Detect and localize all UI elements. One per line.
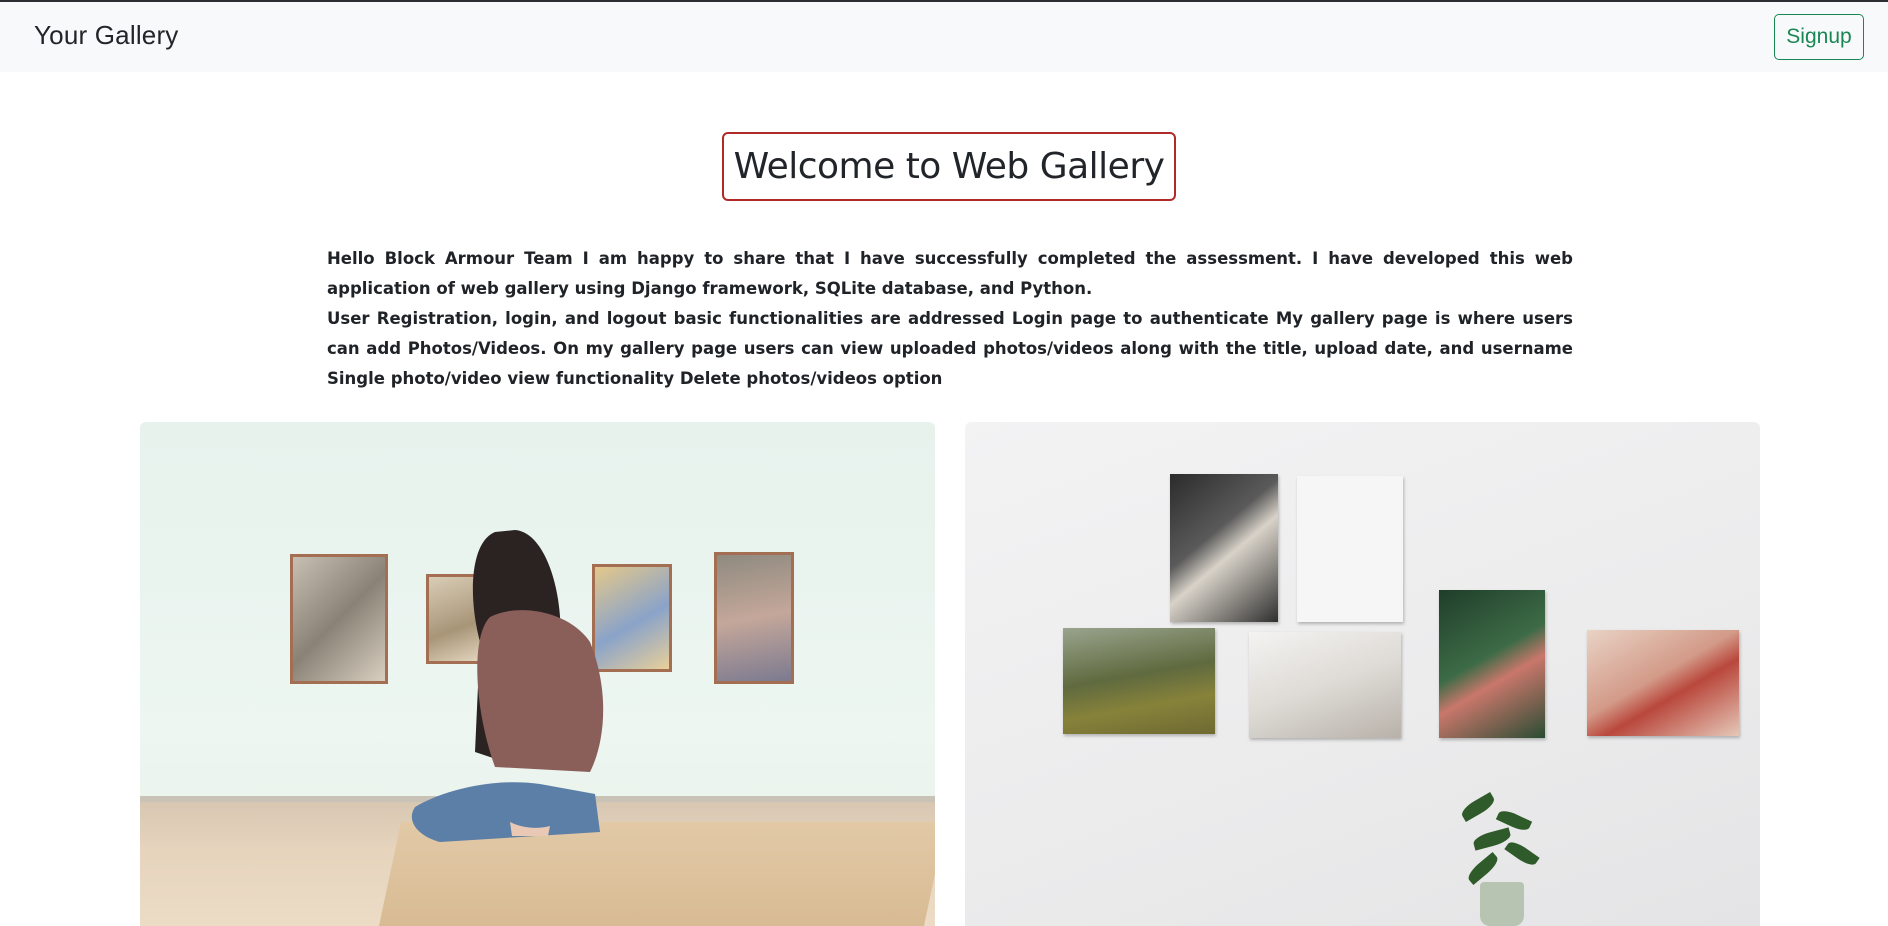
gallery-image[interactable] bbox=[965, 422, 1760, 926]
intro-paragraph: User Registration, login, and logout bas… bbox=[327, 309, 1573, 388]
wall-photo bbox=[1170, 474, 1278, 622]
gallery-image[interactable] bbox=[140, 422, 935, 926]
plant-leaf bbox=[1504, 838, 1540, 869]
gallery-card[interactable] bbox=[140, 422, 935, 926]
wall-photo bbox=[1297, 476, 1403, 622]
page-title: Welcome to Web Gallery bbox=[722, 132, 1176, 201]
plant-leaf bbox=[1465, 851, 1501, 886]
signup-button[interactable]: Signup bbox=[1774, 14, 1864, 60]
seated-woman-figure bbox=[411, 530, 604, 842]
intro-text: Hello Block Armour Team I am happy to sh… bbox=[327, 244, 1573, 394]
intro-paragraph: Hello Block Armour Team I am happy to sh… bbox=[327, 249, 1573, 298]
plant-leaf bbox=[1458, 791, 1498, 823]
wall-photo bbox=[1249, 632, 1401, 738]
wall-photo bbox=[1587, 630, 1739, 736]
gallery-card[interactable] bbox=[965, 422, 1760, 926]
wall-photo bbox=[1063, 628, 1215, 734]
plant-pot bbox=[1480, 882, 1524, 926]
navbar: Your Gallery Signup bbox=[0, 2, 1888, 72]
navbar-brand[interactable]: Your Gallery bbox=[34, 20, 179, 51]
wall-photo bbox=[1439, 590, 1545, 738]
